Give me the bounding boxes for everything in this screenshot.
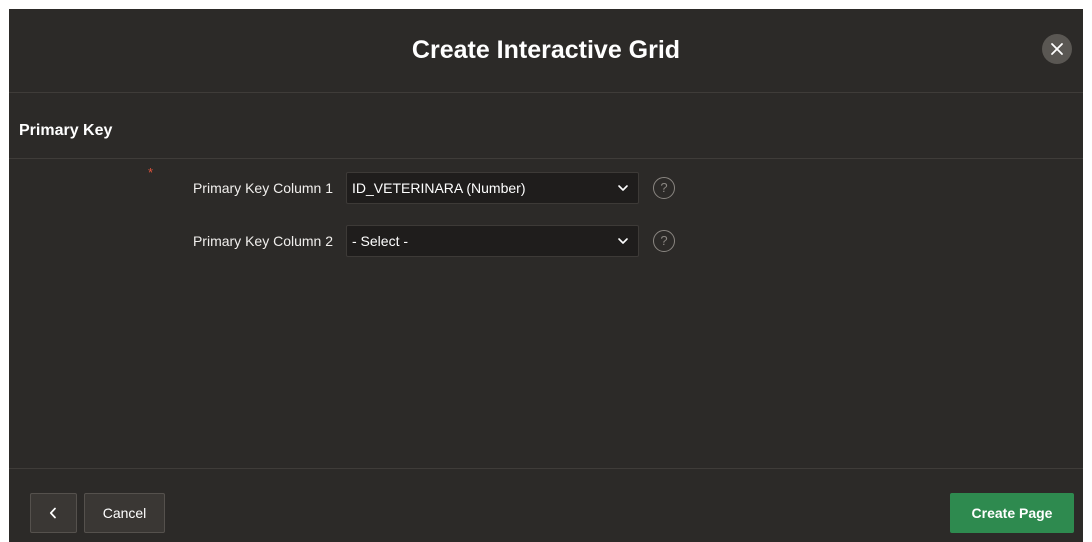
back-button[interactable] [30,493,77,533]
primary-key-column-1-row: * Primary Key Column 1 ID_VETERINARA (Nu… [9,166,1083,204]
chevron-down-icon [618,238,628,244]
primary-key-column-2-select[interactable]: - Select - [346,225,639,257]
create-page-button[interactable]: Create Page [950,493,1074,533]
dialog-header: Create Interactive Grid [9,9,1083,93]
help-icon[interactable]: ? [653,230,675,252]
section-header: Primary Key [9,103,1083,159]
required-indicator: * [148,165,154,180]
close-button[interactable] [1042,34,1072,64]
dialog-title: Create Interactive Grid [411,36,681,64]
primary-key-column-2-label: Primary Key Column 2 [192,233,333,249]
chevron-down-icon [618,185,628,191]
help-icon[interactable]: ? [653,177,675,199]
primary-key-column-2-row: Primary Key Column 2 - Select - ? [9,225,1083,257]
dialog-footer: Cancel Create Page [9,468,1083,542]
primary-key-column-1-select[interactable]: ID_VETERINARA (Number) [346,172,639,204]
cancel-button[interactable]: Cancel [84,493,165,533]
create-interactive-grid-dialog: Create Interactive Grid Primary Key * Pr… [9,9,1083,542]
chevron-left-icon [49,507,56,519]
close-icon [1051,43,1063,55]
section-title: Primary Key [19,122,113,139]
primary-key-column-1-value: ID_VETERINARA (Number) [352,180,526,196]
primary-key-column-2-value: - Select - [352,233,409,249]
primary-key-column-1-label: Primary Key Column 1 [192,180,333,196]
